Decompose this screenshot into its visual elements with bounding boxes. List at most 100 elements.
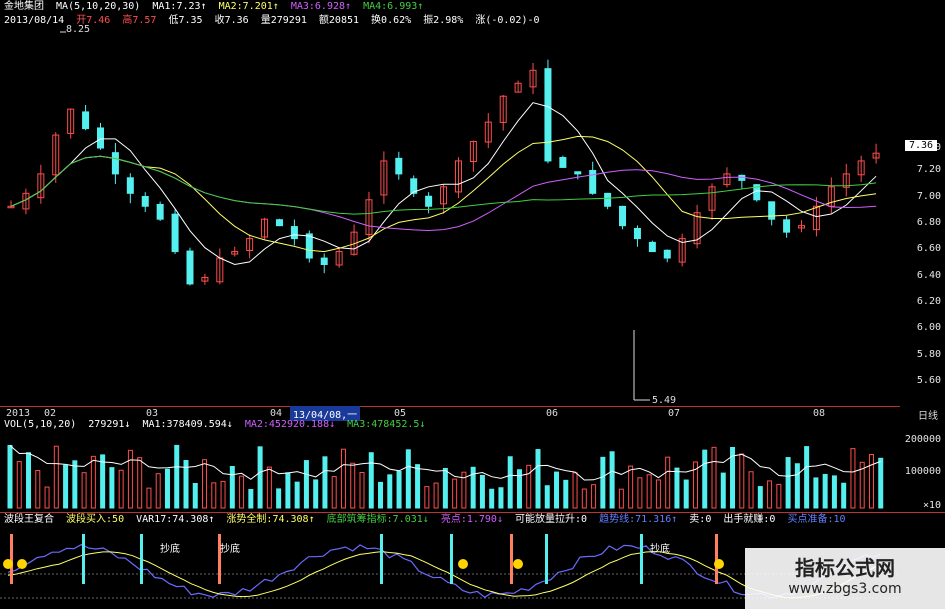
candle-body	[111, 152, 119, 175]
candle-body	[574, 171, 582, 175]
smiley-icon	[714, 559, 724, 569]
volume-bar	[100, 454, 106, 509]
candle-body	[305, 233, 313, 259]
volume-bar	[109, 467, 115, 509]
smiley-icon	[513, 559, 523, 569]
volume-bar	[26, 452, 32, 509]
volume-bar	[35, 469, 41, 509]
ind-buy: 波段买入:50	[66, 514, 125, 525]
candle-body	[648, 241, 656, 253]
volume-bar	[276, 488, 282, 509]
volume-bar	[563, 479, 569, 509]
volume-bar	[822, 473, 828, 509]
volume-bar	[637, 477, 643, 509]
ind-trend-all: 涨势全制:74.308↑	[226, 514, 315, 525]
volume-bar	[757, 486, 763, 509]
candle-body	[768, 201, 776, 220]
volume-bar	[831, 475, 837, 509]
bar-turnover: 换0.62%	[371, 15, 412, 26]
candle-body	[783, 219, 791, 233]
vol-ma1: MA1:378409.594↓	[142, 419, 233, 430]
volume-bar	[257, 446, 263, 509]
volume-bar	[424, 486, 430, 509]
site-watermark: 指标公式网 www.zbgs3.com	[745, 548, 945, 609]
volume-bar	[313, 479, 319, 509]
ind-name: 波段王复合	[4, 514, 54, 525]
candle-body	[156, 203, 164, 220]
volume-bar	[174, 444, 180, 509]
date-tick: 04	[270, 408, 283, 419]
bar-amount: 额20851	[318, 15, 360, 26]
bar-date: 2013/08/14	[4, 15, 65, 26]
candle-body	[544, 68, 552, 162]
volume-bar	[498, 487, 504, 509]
volume-bar	[433, 482, 439, 509]
price-chart[interactable]	[0, 30, 900, 410]
date-tick: 06	[546, 408, 559, 419]
volume-bar	[72, 460, 78, 509]
bottom-signal-label: 抄底	[160, 542, 180, 555]
ind-profit: 出手就赚:0	[723, 514, 776, 525]
candle-body	[663, 249, 671, 259]
candle-body	[82, 111, 90, 130]
vol-params: VOL(5,10,20)	[4, 419, 77, 430]
volume-bar	[794, 463, 800, 509]
date-tick: 02	[44, 408, 57, 419]
volume-bar	[572, 472, 578, 509]
volume-bar	[489, 488, 495, 509]
volume-bar	[146, 487, 152, 509]
volume-bar	[340, 448, 346, 509]
watermark-title: 指标公式网	[795, 556, 895, 580]
volume-bar	[405, 449, 411, 509]
volume-bar	[646, 474, 652, 509]
volume-bar	[609, 451, 615, 509]
signal-bar	[380, 534, 383, 584]
y-tick: 7.00	[916, 191, 941, 202]
ma3-value: MA3:6.928↑	[290, 1, 352, 12]
date-tick: 2013	[6, 408, 31, 419]
signal-bar	[10, 534, 13, 584]
volume-bar	[452, 478, 458, 509]
ma5-line	[10, 102, 877, 266]
date-tick: 07	[668, 408, 681, 419]
ind-highlight: 亮点:1.790↓	[440, 514, 503, 525]
volume-bar	[850, 448, 856, 509]
volume-y-axis: 200000 100000 ×10	[900, 430, 945, 512]
vol-tick: ×10	[922, 500, 941, 511]
volume-bar	[785, 457, 791, 509]
panel-separator	[0, 512, 945, 513]
volume-bar	[526, 464, 532, 509]
signal-bar	[640, 534, 643, 584]
candle-body	[395, 157, 403, 175]
period-label[interactable]: 日线	[918, 407, 938, 422]
vol-tick: 200000	[904, 434, 941, 445]
volume-bar	[581, 488, 587, 509]
volume-chart[interactable]	[0, 430, 900, 512]
volume-bar	[44, 486, 50, 509]
volume-bar	[322, 456, 328, 509]
volume-bar	[239, 475, 245, 509]
candle-body	[171, 213, 179, 253]
ma1-value: MA1:7.23↑	[152, 1, 207, 12]
ind-volume-pull: 可能放量拉升:0	[515, 514, 588, 525]
volume-bar	[841, 482, 847, 509]
volume-bar	[544, 485, 550, 509]
vol-tick: 100000	[904, 466, 941, 477]
volume-bar	[711, 446, 717, 509]
volume-bar	[137, 457, 143, 509]
y-tick: 5.60	[916, 375, 941, 386]
bottom-signal-label: 抄底	[220, 542, 240, 555]
vol-ma2: MA2:452920.188↓	[244, 419, 336, 430]
date-tick: 05	[394, 408, 407, 419]
ind-sell: 卖:0	[689, 514, 712, 525]
candle-body	[604, 192, 612, 207]
ma2-value: MA2:7.201↑	[218, 1, 279, 12]
volume-bar	[739, 453, 745, 509]
volume-bar	[674, 467, 680, 509]
volume-bar	[229, 465, 235, 509]
volume-bar	[702, 449, 708, 509]
date-tick: 08	[813, 408, 826, 419]
vol-ma3: MA3:478452.5↓	[347, 419, 426, 430]
volume-bar	[90, 455, 96, 509]
bar-high: 高7.57	[122, 15, 157, 26]
